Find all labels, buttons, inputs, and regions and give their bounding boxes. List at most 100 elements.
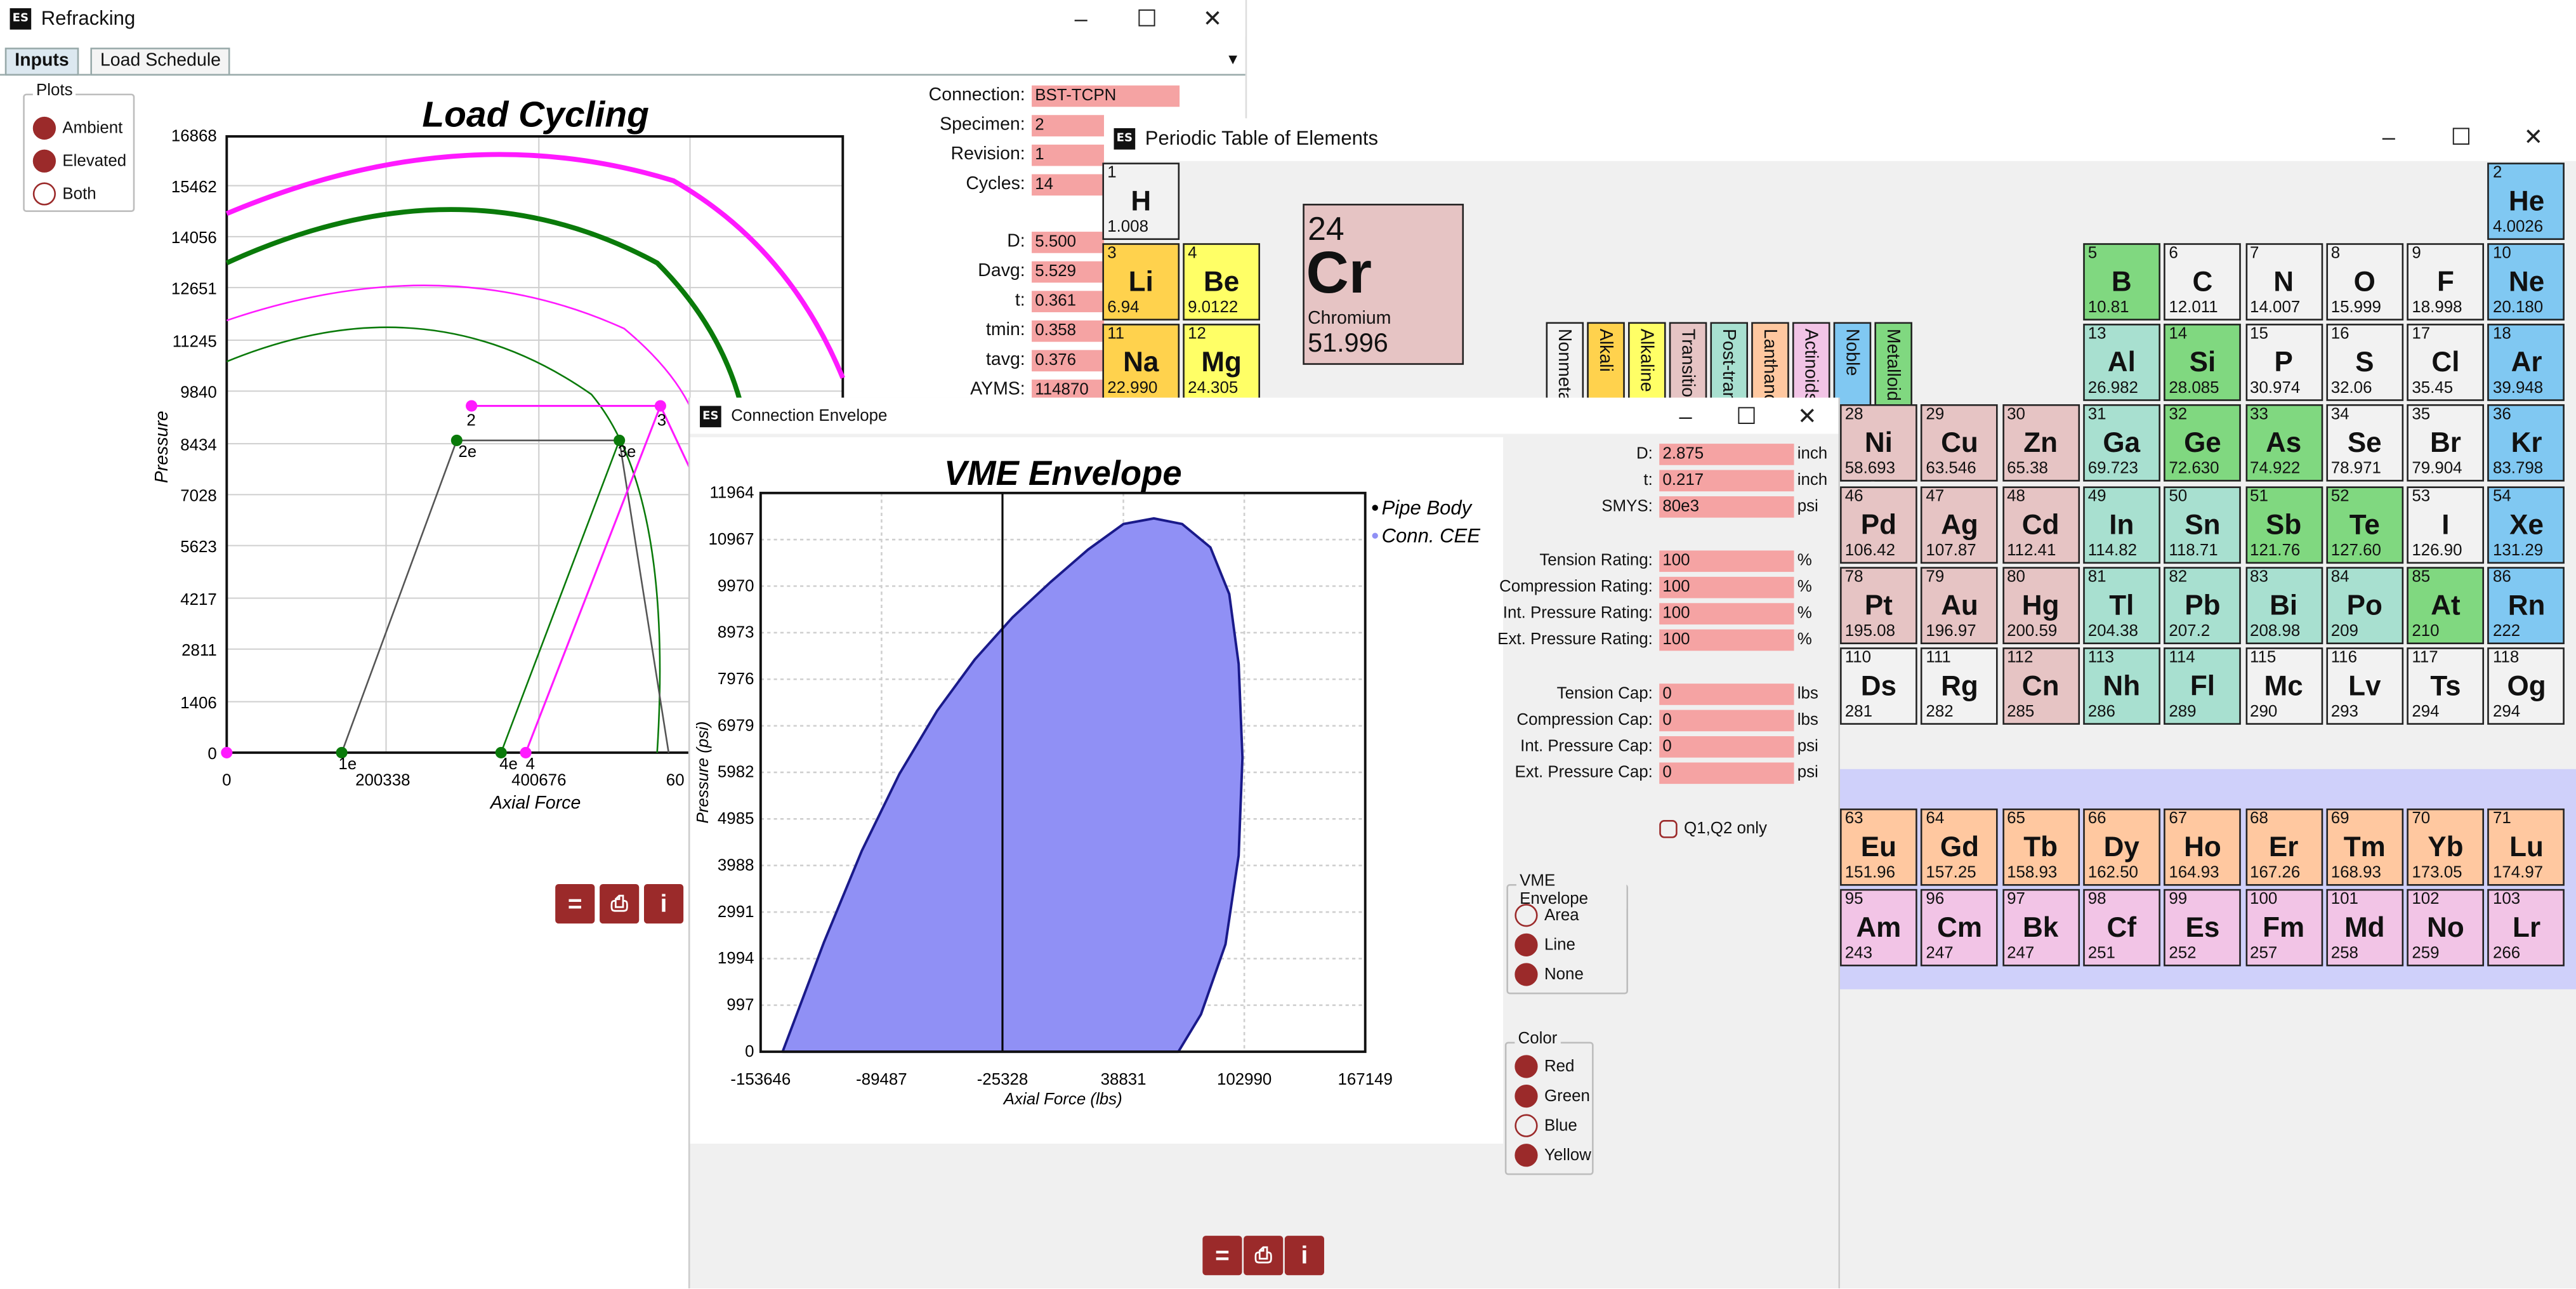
print-button[interactable]: ⎙ bbox=[1244, 1236, 1284, 1276]
radio-area[interactable]: Area bbox=[1515, 904, 1579, 927]
element-s[interactable]: 16 S 32.06 bbox=[2325, 324, 2403, 401]
close-button[interactable]: ✕ bbox=[1774, 398, 1840, 434]
element-at[interactable]: 85 At 210 bbox=[2407, 567, 2485, 645]
element-i[interactable]: 53 I 126.90 bbox=[2407, 486, 2485, 564]
element-pd[interactable]: 46 Pd 106.42 bbox=[1840, 486, 1917, 564]
minimize-button[interactable]: – bbox=[1653, 398, 1719, 434]
element-c[interactable]: 6 C 12.011 bbox=[2164, 243, 2242, 321]
element-og[interactable]: 118 Og 294 bbox=[2488, 647, 2565, 725]
radio-line[interactable]: Line bbox=[1515, 933, 1575, 956]
element-se[interactable]: 34 Se 78.971 bbox=[2325, 404, 2403, 482]
element-no[interactable]: 102 No 259 bbox=[2407, 889, 2485, 967]
envelope-titlebar[interactable]: ES Connection Envelope – ☐ ✕ bbox=[690, 397, 1840, 434]
element-ne[interactable]: 10 Ne 20.180 bbox=[2488, 243, 2565, 321]
t-field[interactable]: 0.361 bbox=[1032, 291, 1105, 312]
minimize-button[interactable]: – bbox=[1048, 0, 1114, 36]
element-zn[interactable]: 30 Zn 65.38 bbox=[2002, 404, 2080, 482]
element-p[interactable]: 15 P 30.974 bbox=[2245, 324, 2322, 401]
element-cf[interactable]: 98 Cf 251 bbox=[2082, 889, 2160, 967]
equals-button[interactable]: = bbox=[555, 884, 595, 924]
maximize-button[interactable]: ☐ bbox=[1714, 398, 1780, 434]
element-as[interactable]: 33 As 74.922 bbox=[2245, 404, 2322, 482]
element-ts[interactable]: 117 Ts 294 bbox=[2407, 647, 2485, 725]
element-sn[interactable]: 50 Sn 118.71 bbox=[2164, 486, 2242, 564]
element-b[interactable]: 5 B 10.81 bbox=[2082, 243, 2160, 321]
close-button[interactable]: ✕ bbox=[2500, 118, 2566, 154]
element-fl[interactable]: 114 Fl 289 bbox=[2164, 647, 2242, 725]
element-si[interactable]: 14 Si 28.085 bbox=[2164, 324, 2242, 401]
compression-rating-field[interactable]: 100 bbox=[1659, 576, 1794, 598]
element-cd[interactable]: 48 Cd 112.41 bbox=[2002, 486, 2080, 564]
radio-elevated[interactable]: Elevated bbox=[32, 149, 126, 173]
compression-cap-field[interactable]: 0 bbox=[1659, 710, 1794, 732]
element-ni[interactable]: 28 Ni 58.693 bbox=[1840, 404, 1917, 482]
element-es[interactable]: 99 Es 252 bbox=[2164, 889, 2242, 967]
radio-both[interactable]: Both bbox=[32, 182, 96, 206]
element-na[interactable]: 11 Na 22.990 bbox=[1102, 324, 1180, 401]
element-pb[interactable]: 82 Pb 207.2 bbox=[2164, 567, 2242, 645]
element-in[interactable]: 49 In 114.82 bbox=[2082, 486, 2160, 564]
q1q2-only-checkbox[interactable]: Q1,Q2 only bbox=[1659, 820, 1767, 838]
element-lu[interactable]: 71 Lu 174.97 bbox=[2488, 808, 2565, 886]
tension-cap-field[interactable]: 0 bbox=[1659, 684, 1794, 705]
element-eu[interactable]: 63 Eu 151.96 bbox=[1840, 808, 1917, 886]
minimize-button[interactable]: – bbox=[2356, 118, 2422, 154]
element-yb[interactable]: 70 Yb 173.05 bbox=[2407, 808, 2485, 886]
element-bi[interactable]: 83 Bi 208.98 bbox=[2245, 567, 2322, 645]
info-button[interactable]: i bbox=[1284, 1236, 1324, 1276]
refracking-titlebar[interactable]: ES Refracking – ☐ ✕ bbox=[0, 0, 1245, 36]
element-cn[interactable]: 112 Cn 285 bbox=[2002, 647, 2080, 725]
element-ge[interactable]: 32 Ge 72.630 bbox=[2164, 404, 2242, 482]
maximize-button[interactable]: ☐ bbox=[2428, 118, 2494, 154]
element-te[interactable]: 52 Te 127.60 bbox=[2325, 486, 2403, 564]
element-n[interactable]: 7 N 14.007 bbox=[2245, 243, 2322, 321]
specimen-field[interactable]: 2 bbox=[1032, 115, 1105, 136]
d-field[interactable]: 2.875 bbox=[1659, 444, 1794, 465]
radio-ambient[interactable]: Ambient bbox=[32, 116, 123, 140]
close-button[interactable]: ✕ bbox=[1180, 0, 1245, 36]
element-kr[interactable]: 36 Kr 83.798 bbox=[2488, 404, 2565, 482]
ext-pressure-cap-field[interactable]: 0 bbox=[1659, 762, 1794, 784]
element-f[interactable]: 9 F 18.998 bbox=[2407, 243, 2485, 321]
element-ar[interactable]: 18 Ar 39.948 bbox=[2488, 324, 2565, 401]
revision-field[interactable]: 1 bbox=[1032, 144, 1105, 166]
info-button[interactable]: i bbox=[644, 884, 684, 924]
print-button[interactable]: ⎙ bbox=[600, 884, 640, 924]
element-tl[interactable]: 81 Tl 204.38 bbox=[2082, 567, 2160, 645]
tab-load-schedule[interactable]: Load Schedule bbox=[90, 48, 231, 76]
element-hg[interactable]: 80 Hg 200.59 bbox=[2002, 567, 2080, 645]
element-po[interactable]: 84 Po 209 bbox=[2325, 567, 2403, 645]
element-am[interactable]: 95 Am 243 bbox=[1840, 889, 1917, 967]
davg-field[interactable]: 5.529 bbox=[1032, 261, 1105, 283]
tavg-field[interactable]: 0.376 bbox=[1032, 350, 1105, 372]
tmin-field[interactable]: 0.358 bbox=[1032, 320, 1105, 342]
radio-none[interactable]: None bbox=[1515, 963, 1584, 986]
element-be[interactable]: 4 Be 9.0122 bbox=[1183, 243, 1260, 321]
element-cu[interactable]: 29 Cu 63.546 bbox=[1921, 404, 1999, 482]
smys-field[interactable]: 80e3 bbox=[1659, 496, 1794, 518]
element-ho[interactable]: 67 Ho 164.93 bbox=[2164, 808, 2242, 886]
radio-red[interactable]: Red bbox=[1515, 1055, 1574, 1078]
element-bk[interactable]: 97 Bk 247 bbox=[2002, 889, 2080, 967]
element-lr[interactable]: 103 Lr 266 bbox=[2488, 889, 2565, 967]
d-field[interactable]: 5.500 bbox=[1032, 232, 1105, 253]
radio-green[interactable]: Green bbox=[1515, 1084, 1590, 1108]
element-lv[interactable]: 116 Lv 293 bbox=[2325, 647, 2403, 725]
connection-field[interactable]: BST-TCPN bbox=[1032, 85, 1180, 107]
element-he[interactable]: 2 He 4.0026 bbox=[2488, 162, 2565, 241]
periodic-titlebar[interactable]: ES Periodic Table of Elements – ☐ ✕ bbox=[1104, 118, 2576, 158]
tab-inputs[interactable]: Inputs bbox=[4, 48, 79, 76]
element-nh[interactable]: 113 Nh 286 bbox=[2082, 647, 2160, 725]
element-md[interactable]: 101 Md 258 bbox=[2325, 889, 2403, 967]
t-field[interactable]: 0.217 bbox=[1659, 470, 1794, 492]
element-ag[interactable]: 47 Ag 107.87 bbox=[1921, 486, 1999, 564]
element-o[interactable]: 8 O 15.999 bbox=[2325, 243, 2403, 321]
tab-overflow-chevron-icon[interactable]: ▼ bbox=[1226, 51, 1240, 67]
element-br[interactable]: 35 Br 79.904 bbox=[2407, 404, 2485, 482]
equals-button[interactable]: = bbox=[1202, 1236, 1242, 1276]
tension-rating-field[interactable]: 100 bbox=[1659, 550, 1794, 572]
element-li[interactable]: 3 Li 6.94 bbox=[1102, 243, 1180, 321]
radio-yellow[interactable]: Yellow bbox=[1515, 1144, 1591, 1167]
element-cm[interactable]: 96 Cm 247 bbox=[1921, 889, 1999, 967]
element-xe[interactable]: 54 Xe 131.29 bbox=[2488, 486, 2565, 564]
